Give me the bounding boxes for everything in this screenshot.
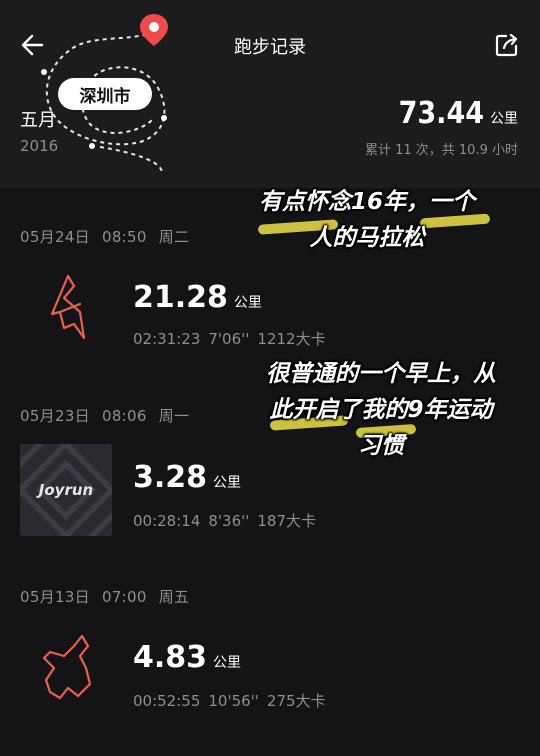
run-calories: 1212大卡 [257,330,326,348]
run-distance-value: 21.28 [133,280,228,315]
run-time: 08:50 [101,228,147,246]
run-weekday: 周二 [158,228,190,246]
joyrun-logo[interactable]: Joyrun [20,444,112,536]
share-icon [495,33,518,57]
run-weekday: 周五 [158,588,190,606]
run-distance-unit: 公里 [233,295,262,311]
overlay-line: 人的马拉松 [309,225,425,251]
run-duration: 00:52:55 [133,692,201,710]
run-stats: 00:28:14 8'36'' 187大卡 [133,510,324,531]
run-calories: 187大卡 [257,512,317,530]
run-duration: 00:28:14 [133,512,201,530]
run-date: 05月24日 [20,228,90,246]
year-label: 2016 [20,137,59,155]
location-pin-icon [140,14,168,46]
overlay-line: 有点怀念16年，一个 [258,189,475,215]
run-weekday: 周一 [158,407,190,425]
total-distance-value: 73.44 [398,96,484,131]
month-label: 五月 [20,110,56,131]
run-duration: 02:31:23 [133,330,201,348]
run-date-row: 05月23日 08:06 周一 [20,405,201,426]
month-summary: 累计 11 次，共 10.9 小时 [364,143,518,158]
route-map-icon[interactable] [20,622,112,714]
run-distance-unit: 公里 [213,475,242,491]
run-distance[interactable]: 3.28 公里 [133,460,241,495]
run-pace: 10'56'' [208,692,259,710]
run-date: 05月23日 [20,407,90,425]
total-distance: 73.44 公里 [399,96,518,131]
run-time: 07:00 [101,588,147,606]
run-pace: 7'06'' [208,330,250,348]
run-distance[interactable]: 4.83 公里 [133,640,241,675]
run-date-row: 05月24日 08:50 周二 [20,226,201,247]
run-stats: 00:52:55 10'56'' 275大卡 [133,690,334,711]
city-badge: 深圳市 [58,78,152,110]
run-distance[interactable]: 21.28 公里 [133,280,262,315]
run-distance-unit: 公里 [213,655,242,671]
run-date-row: 05月13日 07:00 周五 [20,586,201,607]
overlay-caption-2: 很普通的一个早上，从 此开启了我的9年运动 习惯 [222,356,540,464]
overlay-caption-1: 有点怀念16年，一个 人的马拉松 [222,184,512,256]
overlay-line: 习惯 [358,433,404,459]
run-date: 05月13日 [20,588,90,606]
overlay-line: 此开启了我的9年运动 [269,397,493,423]
route-map-icon[interactable] [20,264,112,356]
share-button[interactable] [492,30,522,60]
total-distance-unit: 公里 [490,111,518,127]
overlay-line: 很普通的一个早上，从 [266,361,496,387]
run-distance-value: 4.83 [133,640,208,675]
run-time: 08:06 [101,407,147,425]
run-pace: 8'36'' [208,512,250,530]
run-stats: 02:31:23 7'06'' 1212大卡 [133,328,334,349]
run-calories: 275大卡 [266,692,326,710]
run-distance-value: 3.28 [133,460,208,495]
joyrun-label: Joyrun [38,481,94,499]
